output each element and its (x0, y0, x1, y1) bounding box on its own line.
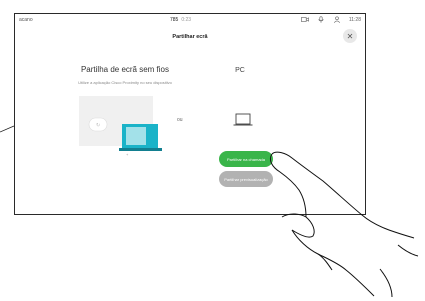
microphone-icon[interactable] (317, 16, 325, 23)
svg-text:↻: ↻ (96, 123, 100, 129)
clock: 11:28 (348, 16, 361, 23)
call-info: 785 0:23 (170, 17, 191, 23)
wireless-share-subtitle: Utilize a aplicação Cisco Proximity no s… (78, 80, 172, 85)
call-duration: 0:23 (181, 17, 192, 23)
close-button[interactable]: ✕ (343, 29, 357, 43)
wireless-share-title: Partilha de ecrã sem fios (80, 65, 170, 74)
laptop-icon (233, 113, 253, 126)
screen: acano 785 0:23 11:28 Partilhar ecrã ✕ Par… (0, 0, 425, 301)
camera-icon[interactable] (300, 16, 309, 23)
touch-panel: acano 785 0:23 11:28 Partilhar ecrã ✕ Par… (14, 13, 366, 215)
svg-text:+: + (126, 152, 129, 157)
page-title: Partilhar ecrã (172, 34, 208, 40)
call-number: 785 (170, 17, 179, 23)
status-bar: acano 785 0:23 11:28 (15, 14, 365, 26)
status-left-label: acano (19, 17, 33, 23)
share-in-call-button[interactable]: Partilhar na chamada (219, 151, 273, 167)
preview-share-button[interactable]: Partilhar previsualização (219, 171, 273, 187)
or-separator: ou (177, 117, 183, 123)
status-icons: 11:28 (300, 16, 361, 23)
person-icon[interactable] (333, 16, 341, 23)
wireless-share-illustration: ↻ + (79, 96, 162, 157)
close-icon: ✕ (346, 31, 354, 41)
pc-share-title: PC (235, 67, 245, 74)
